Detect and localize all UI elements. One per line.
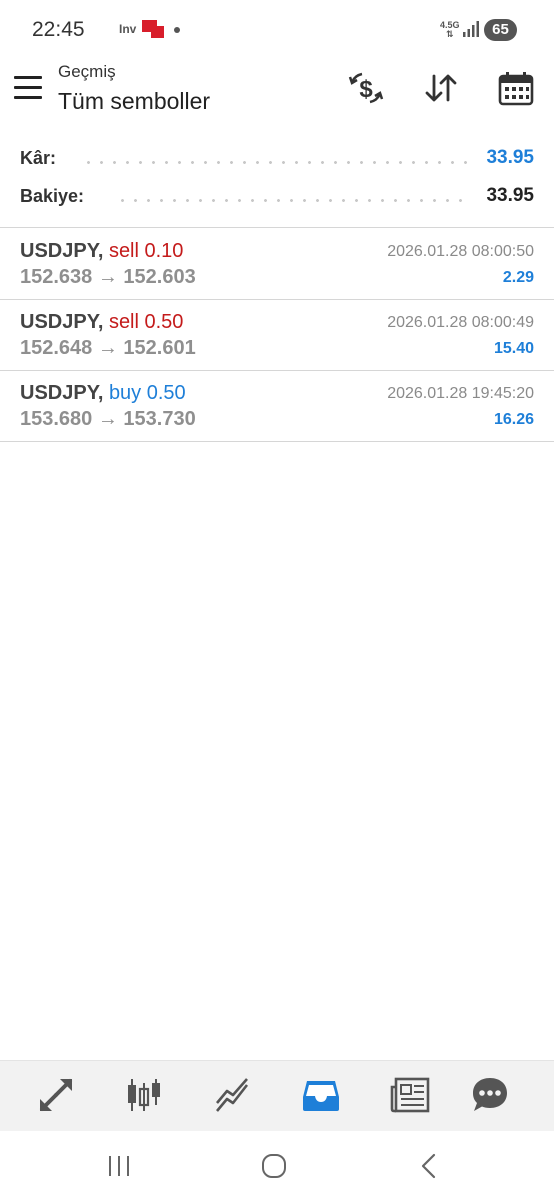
trade-symbol: USDJPY,: [20, 240, 104, 262]
notification-app-label: Inv: [119, 22, 137, 36]
profit-row: Kâr: 33.95: [20, 145, 534, 175]
system-nav-bar: [0, 1131, 554, 1200]
app-notification-icon: [142, 20, 164, 38]
trade-time: 2026.01.28 08:00:50: [387, 243, 534, 260]
trade-time: 2026.01.28 19:45:20: [387, 385, 534, 402]
trade-prices: 153.680 → 153.730: [20, 408, 196, 430]
trade-prices: 152.648 → 152.601: [20, 337, 196, 359]
trade-header: USDJPY, buy 0.50: [20, 382, 186, 405]
menu-icon[interactable]: [14, 76, 44, 102]
svg-text:$: $: [359, 76, 373, 103]
trade-row[interactable]: USDJPY, sell 0.10 152.638 → 152.603 2026…: [0, 229, 554, 299]
calendar-icon[interactable]: [496, 68, 536, 108]
network-type: 4.5G ⇅: [440, 20, 460, 39]
dotted-leader: [82, 161, 472, 164]
balance-value: 33.95: [486, 185, 534, 206]
history-icon[interactable]: [301, 1075, 341, 1115]
trade-row[interactable]: USDJPY, buy 0.50 153.680 → 153.730 2026.…: [0, 371, 554, 441]
sort-icon[interactable]: [421, 68, 461, 108]
balance-label: Bakiye:: [20, 186, 85, 206]
divider: [0, 227, 554, 228]
trade-icon[interactable]: [213, 1075, 253, 1115]
trade-symbol: USDJPY,: [20, 382, 104, 404]
bottom-tab-bar: [0, 1060, 554, 1131]
trade-symbol: USDJPY,: [20, 311, 104, 333]
trade-profit: 16.26: [493, 411, 534, 428]
notification-dot-icon: [174, 27, 180, 33]
currency-exchange-icon[interactable]: $: [346, 68, 386, 108]
page-subtitle: Geçmiş: [58, 62, 116, 81]
divider: [0, 441, 554, 442]
trade-header: USDJPY, sell 0.50: [20, 311, 183, 334]
trade-side: sell 0.50: [108, 311, 184, 333]
status-time: 22:45: [32, 18, 85, 41]
signal-icon: [463, 21, 479, 37]
news-icon[interactable]: [390, 1075, 430, 1115]
profit-label: Kâr:: [20, 148, 57, 168]
dotted-leader: [116, 199, 472, 202]
trade-profit: 2.29: [502, 269, 534, 286]
trade-row[interactable]: USDJPY, sell 0.50 152.648 → 152.601 2026…: [0, 300, 554, 370]
trade-header: USDJPY, sell 0.10: [20, 240, 183, 263]
app-header: Geçmiş Tüm semboller $: [0, 60, 554, 128]
trade-time: 2026.01.28 08:00:49: [387, 314, 534, 331]
trade-profit: 15.40: [493, 340, 534, 357]
trade-side: buy 0.50: [108, 382, 186, 404]
chart-icon[interactable]: [124, 1075, 164, 1115]
trade-side: sell 0.10: [108, 240, 184, 262]
trade-prices: 152.638 → 152.603: [20, 266, 196, 288]
page-title[interactable]: Tüm semboller: [58, 88, 210, 115]
quotes-icon[interactable]: [36, 1075, 76, 1115]
battery-indicator: 65: [484, 19, 517, 41]
chat-icon[interactable]: [470, 1075, 510, 1115]
home-icon[interactable]: [259, 1151, 289, 1181]
back-icon[interactable]: [414, 1151, 444, 1181]
status-bar: 22:45 Inv 4.5G ⇅ 65: [0, 0, 554, 60]
profit-value: 33.95: [486, 147, 534, 168]
balance-row: Bakiye: 33.95: [20, 183, 534, 213]
recent-apps-icon[interactable]: [104, 1151, 134, 1181]
